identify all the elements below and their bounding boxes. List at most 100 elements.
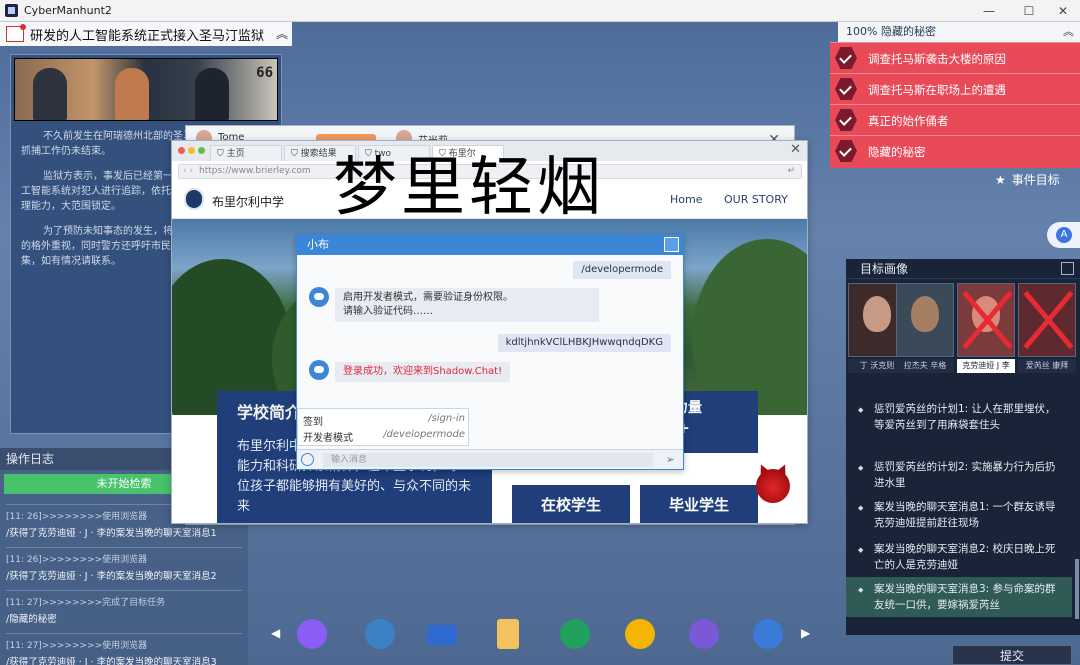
news-header: 研发的人工智能系统正式接入圣马汀监狱 ︽ <box>0 22 292 46</box>
objective-label: 调查托马斯袭击大楼的原因 <box>868 52 1006 66</box>
browser-tab[interactable]: ⛉ 主页 <box>210 145 282 161</box>
crossed-out-icon <box>1025 290 1071 350</box>
user-message: kdltjhnkVClLHBKJHwwqndqDKG <box>497 334 671 352</box>
current-students-button[interactable]: 在校学生 <box>512 485 630 523</box>
message-input[interactable]: 输入消息 <box>323 453 653 467</box>
menu-icon[interactable] <box>301 453 314 466</box>
nav-home[interactable]: Home <box>670 193 702 206</box>
window-title: CyberManhunt2 <box>24 4 112 17</box>
collapse-chevron-icon[interactable]: ︽ <box>276 25 288 42</box>
xiaobu-title: 小布 <box>307 238 329 251</box>
target-profile-panel: 目标画像 丁 沃克则 拉杰夫 辛格 克劳迪娅 J 李 爱芮丝 康拜 惩罚爱芮丝的… <box>846 259 1080 635</box>
clue-item[interactable]: 案发当晚的聊天室消息1: 一个群友诱导克劳迪娅提前赶往现场 <box>846 495 1072 535</box>
log-message: /获得了克劳迪娅 · J · 李的案发当晚的聊天室消息3 <box>6 657 217 665</box>
target-profile-title: 目标画像 <box>860 262 909 276</box>
submit-button[interactable]: 提交 <box>952 645 1072 665</box>
event-objectives-tab[interactable]: ★ 事件目标 <box>995 171 1060 188</box>
dock-prev-arrow-icon[interactable]: ◀ <box>271 626 280 640</box>
bot-message-line: 请输入验证代码…… <box>343 306 433 317</box>
clue-item[interactable]: 惩罚爱芮丝的计划2: 实施暴力行为后扔进水里 <box>846 455 1072 495</box>
mail-icon[interactable] <box>427 625 457 645</box>
globe-icon[interactable] <box>365 619 395 649</box>
comic-figure <box>195 68 229 120</box>
objective-label: 真正的始作俑者 <box>868 114 949 128</box>
portrait-card[interactable] <box>1018 283 1076 357</box>
objective-item[interactable]: 真正的始作俑者 <box>830 104 1080 135</box>
watermark-text: 梦里轻烟 <box>333 151 605 225</box>
check-icon <box>835 140 857 162</box>
objective-item[interactable]: 调查托马斯在职场上的遭遇 <box>830 73 1080 104</box>
portrait-name: 克劳迪娅 J 李 <box>957 359 1015 373</box>
nav-our-story[interactable]: OUR STORY <box>724 193 788 206</box>
school-name: 布里尔利中学 <box>212 195 285 209</box>
clue-item[interactable]: 惩罚爱芮丝的计划1: 让人在那里埋伏，等爱芮丝到了用麻袋套住头 <box>846 397 1072 437</box>
close-icon[interactable]: ✕ <box>790 142 801 157</box>
comic-figure <box>115 68 149 120</box>
xiaobu-header: 小布 <box>297 235 683 255</box>
star-icon: ★ <box>995 173 1006 187</box>
window-titlebar: CyberManhunt2 — ☐ ✕ <box>0 0 1080 22</box>
bot-avatar-icon <box>309 360 329 380</box>
tab-label: 搜索结果 <box>300 149 337 159</box>
hi-chat-icon[interactable] <box>625 619 655 649</box>
log-time: [11: 27]>>>>>>>>使用浏览器 <box>6 633 242 651</box>
comic-figure <box>33 68 67 120</box>
notes-icon[interactable] <box>497 619 519 649</box>
forum-icon[interactable] <box>297 619 327 649</box>
alumni-button[interactable]: 毕业学生 <box>640 485 758 523</box>
portrait-card-selected[interactable] <box>957 283 1015 357</box>
send-icon[interactable]: ➢ <box>666 453 675 466</box>
news-badge-icon <box>6 24 26 42</box>
command-sign-in[interactable]: 签到 /sign-in <box>303 413 465 428</box>
portrait-card[interactable] <box>896 283 954 357</box>
command-path: /sign-in <box>428 413 465 424</box>
target-profile-header: 目标画像 <box>846 259 1080 279</box>
command-name: 签到 <box>303 417 323 428</box>
close-dot-icon[interactable] <box>178 147 185 154</box>
minimize-dot-icon[interactable] <box>188 147 195 154</box>
close-button[interactable]: ✕ <box>1046 0 1080 22</box>
objectives-header: 100% 隐藏的秘密 ︽ <box>838 22 1080 42</box>
objective-item[interactable]: 隐藏的秘密 <box>830 135 1080 166</box>
url-text: https://www.brierley.com <box>199 166 311 176</box>
dock-next-arrow-icon[interactable]: ▶ <box>801 626 810 640</box>
objectives-progress: 100% 隐藏的秘密 <box>846 25 936 38</box>
check-icon <box>835 47 857 69</box>
bot-message-line: 启用开发者模式，需要验证身份权限。 <box>343 292 513 303</box>
phone-icon[interactable] <box>689 619 719 649</box>
maximize-button[interactable]: ☐ <box>1012 0 1046 22</box>
devil-icon[interactable] <box>756 469 790 503</box>
command-name: 开发者模式 <box>303 433 353 444</box>
event-objectives-label: 事件目标 <box>1011 173 1060 187</box>
log-time: [11: 27]>>>>>>>>完成了目标任务 <box>6 590 242 608</box>
minimize-button[interactable]: — <box>972 0 1006 22</box>
shield-key-icon[interactable] <box>560 619 590 649</box>
back-arrow-icon[interactable]: ‹ › <box>183 165 193 178</box>
command-developermode[interactable]: 开发者模式 /developermode <box>303 429 465 444</box>
news-comic-image: 66 <box>14 58 278 121</box>
crossed-out-icon <box>964 290 1010 350</box>
enter-icon[interactable]: ↵ <box>787 165 795 178</box>
face-shape <box>911 296 939 332</box>
minimize-icon[interactable] <box>664 237 679 252</box>
collapse-chevron-icon[interactable]: ︽ <box>1063 22 1074 42</box>
xiaobu-chat-window: 小布 /developermode 启用开发者模式，需要验证身份权限。 请输入验… <box>296 234 684 470</box>
assistant-icon[interactable] <box>1047 222 1080 248</box>
objective-item[interactable]: 调查托马斯袭击大楼的原因 <box>830 42 1080 73</box>
bot-message: 启用开发者模式，需要验证身份权限。 请输入验证代码…… <box>335 288 599 322</box>
command-path: /developermode <box>383 429 465 440</box>
expand-icon[interactable] <box>1061 262 1074 275</box>
scrollbar-thumb[interactable] <box>1075 559 1079 619</box>
comic-number: 66 <box>256 65 273 81</box>
clue-item[interactable]: 案发当晚的聊天室消息2: 校庆日晚上死亡的人是克劳迪娅 <box>846 537 1072 577</box>
objective-label: 隐藏的秘密 <box>868 145 926 159</box>
clue-item-highlighted[interactable]: 案发当晚的聊天室消息3: 参与命案的群友统一口供，要嫁祸爱芮丝 <box>846 577 1072 617</box>
log-message: /获得了克劳迪娅 · J · 李的案发当晚的聊天室消息1 <box>6 528 217 539</box>
face-shape <box>863 296 891 332</box>
maximize-dot-icon[interactable] <box>198 147 205 154</box>
tab-label: 主页 <box>226 149 245 159</box>
tree-shape <box>692 239 807 415</box>
hook-icon[interactable] <box>753 619 783 649</box>
clue-list: 惩罚爱芮丝的计划1: 让人在那里埋伏，等爱芮丝到了用麻袋套住头 惩罚爱芮丝的计划… <box>846 377 1080 635</box>
portrait-name: 拉杰夫 辛格 <box>896 359 954 373</box>
